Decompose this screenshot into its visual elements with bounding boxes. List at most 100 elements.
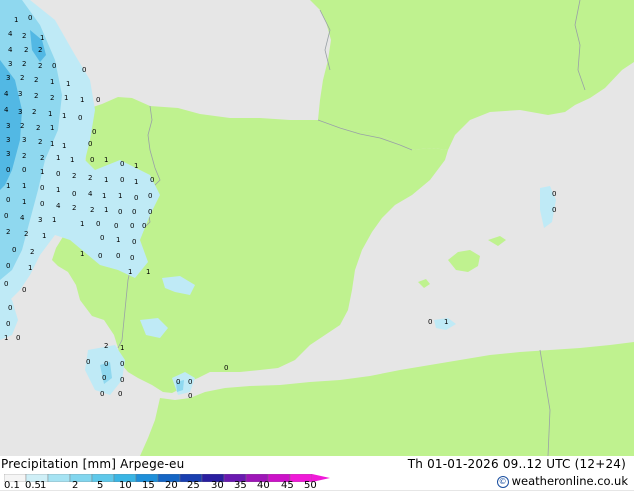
precip-value: 0 (72, 190, 76, 198)
precip-value: 2 (72, 204, 76, 212)
scale-tick-label: 1 (40, 480, 47, 491)
precip-value: 1 (102, 192, 106, 200)
precip-value: 1 (56, 154, 60, 162)
precip-value: 3 (8, 60, 12, 68)
precip-value: 1 (62, 142, 66, 150)
precip-value: 0 (16, 334, 20, 342)
precip-value: 0 (8, 304, 12, 312)
precip-value: 4 (88, 190, 93, 198)
copyright-icon: © (496, 476, 509, 488)
precip-value: 0 (78, 114, 82, 122)
precip-value: 0 (96, 220, 100, 228)
scale-tick-label: 30 (211, 480, 224, 491)
scale-tick-label: 10 (119, 480, 132, 491)
scale-tick-label: 25 (187, 480, 200, 491)
precip-value: 3 (18, 108, 22, 116)
precip-value: 2 (32, 108, 36, 116)
site-credit-label: weatheronline.co.uk (511, 474, 628, 488)
precip-value: 1 (118, 192, 122, 200)
precip-value: 0 (142, 222, 146, 230)
precip-value: 2 (24, 46, 28, 54)
map-title: Precipitation [mm] Arpege-eu (1, 457, 185, 471)
precip-value: 0 (132, 208, 136, 216)
precip-value: 1 (4, 334, 8, 342)
precip-value: 0 (188, 378, 192, 386)
precip-value: 2 (6, 228, 10, 236)
precip-value: 0 (88, 140, 92, 148)
precip-value: 2 (38, 138, 42, 146)
precip-value: 1 (22, 198, 26, 206)
precip-value: 0 (6, 262, 10, 270)
precip-value: 0 (96, 96, 100, 104)
precip-value: 0 (6, 196, 10, 204)
precip-value: 3 (6, 74, 10, 82)
precip-value: 0 (22, 166, 26, 174)
scale-tick-label: 35 (234, 480, 247, 491)
precip-value: 2 (34, 76, 38, 84)
precip-value: 4 (8, 46, 13, 54)
precip-value: 2 (50, 94, 54, 102)
precip-value: 1 (80, 96, 84, 104)
precip-value: 3 (6, 122, 10, 130)
precip-value: 0 (56, 170, 60, 178)
precip-value: 1 (104, 176, 108, 184)
precip-value: 0 (114, 222, 118, 230)
scale-tick-label: 0.5 (25, 480, 41, 491)
precip-value: 3 (38, 216, 42, 224)
precip-value: 1 (42, 232, 46, 240)
scale-tick-label: 0.1 (4, 480, 20, 491)
precip-value: 1 (52, 216, 56, 224)
precip-value: 2 (20, 74, 24, 82)
precip-value: 4 (8, 30, 13, 38)
precip-value: 0 (130, 254, 134, 262)
precip-value: 1 (62, 112, 66, 120)
precip-value: 0 (130, 222, 134, 230)
precip-value: 3 (18, 90, 22, 98)
precip-value: 2 (90, 206, 94, 214)
precip-value: 0 (90, 156, 94, 164)
precip-value: 2 (40, 154, 44, 162)
precip-value: 1 (66, 80, 70, 88)
precip-value: 2 (38, 46, 42, 54)
precip-value: 0 (40, 200, 44, 208)
precip-value: 1 (104, 156, 108, 164)
precip-value: 0 (28, 14, 32, 22)
precip-value: 0 (22, 286, 26, 294)
precip-value: 1 (50, 140, 54, 148)
precip-value: 0 (40, 184, 44, 192)
precip-value: 0 (104, 360, 108, 368)
precip-value: 1 (50, 124, 54, 132)
precip-value: 0 (86, 358, 90, 366)
precip-value: 0 (4, 280, 8, 288)
precip-value: 0 (118, 208, 122, 216)
precip-value: 0 (6, 166, 10, 174)
precip-value: 0 (98, 252, 102, 260)
precip-value: 4 (4, 90, 9, 98)
precip-value: 0 (52, 62, 56, 70)
precip-value: 1 (120, 344, 124, 352)
precip-value: 4 (56, 202, 61, 210)
precip-value: 1 (64, 94, 68, 102)
site-credit[interactable]: © weatheronline.co.uk (496, 474, 628, 488)
precip-value: 1 (128, 268, 132, 276)
precip-value: 3 (6, 136, 10, 144)
precip-value: 2 (20, 122, 24, 130)
precip-value: 0 (102, 374, 106, 382)
precip-value: 2 (88, 174, 92, 182)
precip-value: 1 (40, 168, 44, 176)
precip-value: 0 (176, 378, 180, 386)
legend-footer: Precipitation [mm] Arpege-eu Th 01-01-20… (0, 456, 634, 490)
precip-value: 0 (120, 176, 124, 184)
precip-value: 2 (34, 92, 38, 100)
precip-value: 1 (70, 156, 74, 164)
precip-value: 1 (56, 186, 60, 194)
precip-value: 0 (428, 318, 432, 326)
precip-value: 4 (4, 106, 9, 114)
precip-value: 0 (132, 238, 136, 246)
forecast-datetime: Th 01-01-2026 09..12 UTC (12+24) (407, 457, 626, 471)
scale-tick-label: 40 (257, 480, 270, 491)
precip-value: 0 (224, 364, 228, 372)
precip-value: 0 (188, 392, 192, 400)
precip-value: 0 (12, 246, 16, 254)
precip-value: 0 (150, 176, 154, 184)
